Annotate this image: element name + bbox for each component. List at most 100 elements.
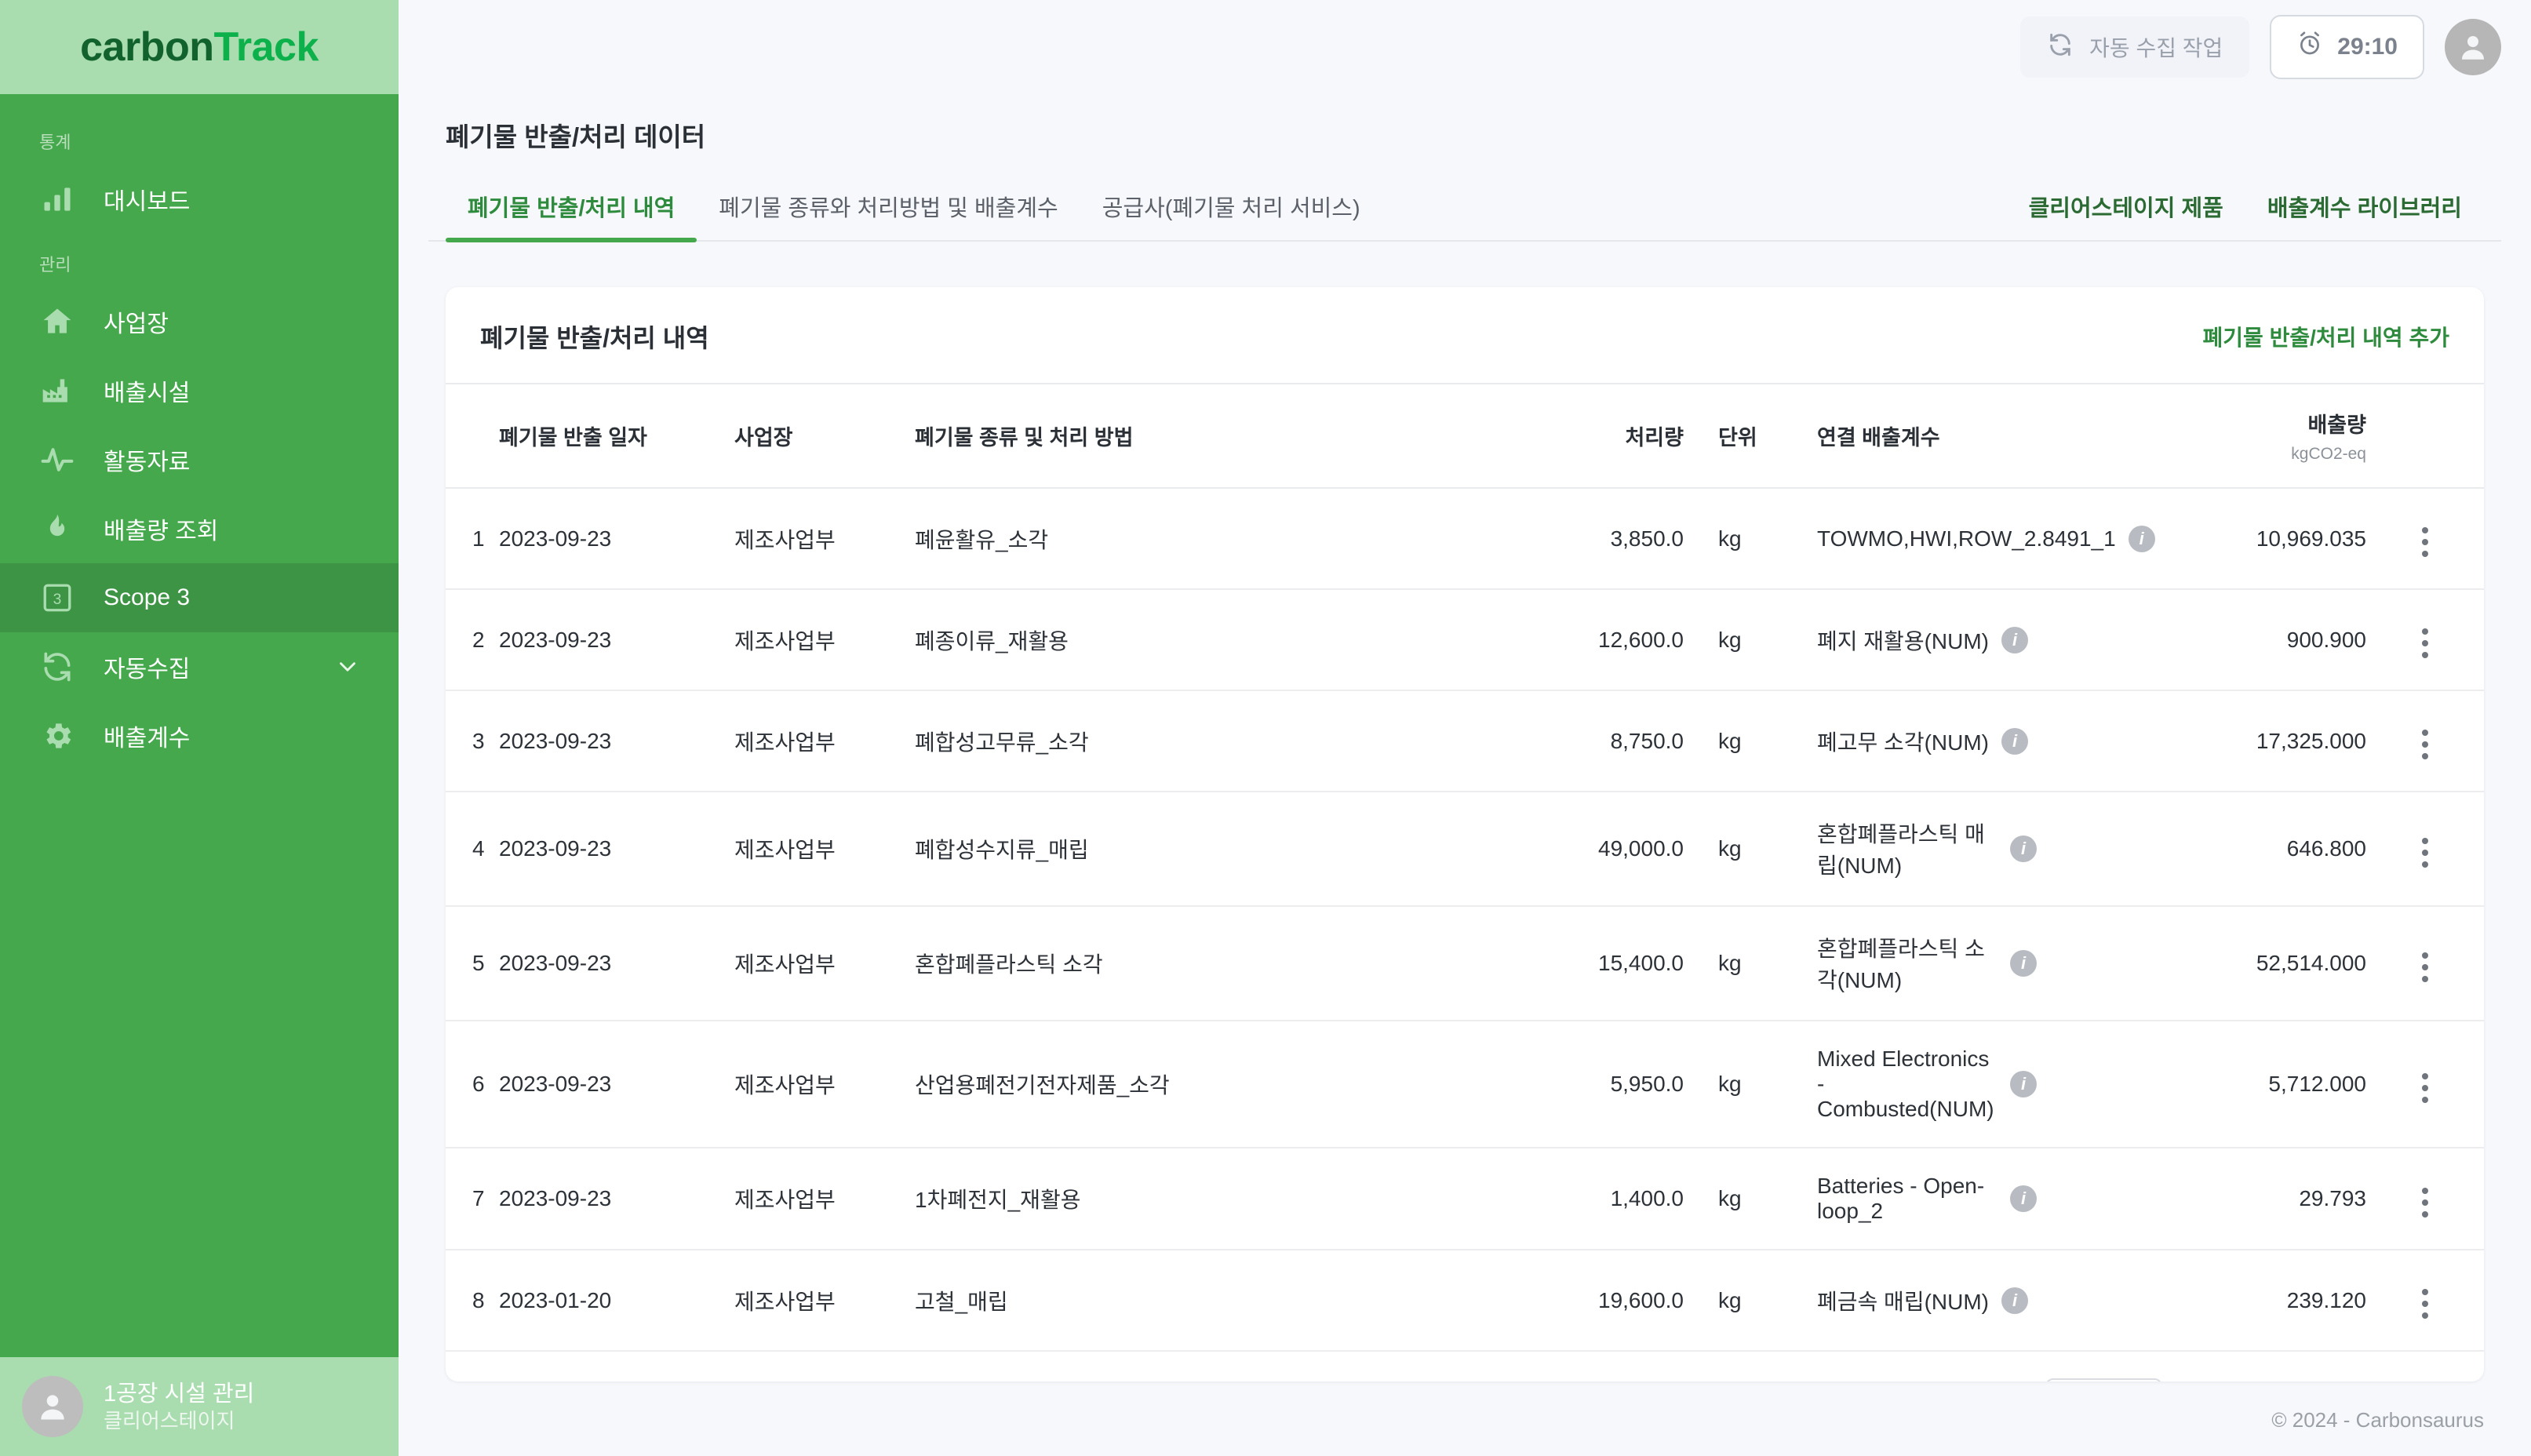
auto-collect-job-button[interactable]: 자동 수집 작업 xyxy=(2020,16,2250,78)
cell-factor: 혼합폐플라스틱 소각(NUM) i xyxy=(1778,906,2037,1021)
cell-row-menu xyxy=(2366,488,2484,590)
table-row[interactable]: 7 2023-09-23 제조사업부 1차폐전지_재활용 1,400.0 kg … xyxy=(446,1148,2484,1250)
tab-bar: 폐기물 반출/처리 내역 폐기물 종류와 처리방법 및 배출계수 공급사(폐기물… xyxy=(428,190,2501,242)
account-avatar-button[interactable] xyxy=(2445,19,2501,75)
cell-site: 제조사업부 xyxy=(734,589,915,691)
link-emission-factor-library[interactable]: 배출계수 라이브러리 xyxy=(2245,190,2484,240)
sidebar-item-dashboard-label: 대시보드 xyxy=(104,189,191,215)
sidebar-item-emission-factor-label: 배출계수 xyxy=(104,726,191,752)
cell-factor: 혼합폐플라스틱 매립(NUM) i xyxy=(1778,792,2037,907)
info-icon[interactable]: i xyxy=(2001,1287,2028,1314)
cell-row-menu xyxy=(2366,1148,2484,1250)
cell-unit: kg xyxy=(1684,906,1778,1021)
app-root: carbonTrack 통계 대시보드 관리 사업장 배출시설 활동자료 배출량… xyxy=(0,0,2531,1456)
row-menu-icon[interactable] xyxy=(2416,521,2434,563)
cell-row-menu xyxy=(2366,792,2484,907)
table-pagination: 전체 8개 10개 1 - 1페이지 |‹ ‹ › ›| xyxy=(446,1352,2484,1381)
info-icon[interactable]: i xyxy=(2001,727,2028,755)
session-timer-label: 29:10 xyxy=(2337,34,2398,60)
table-row[interactable]: 3 2023-09-23 제조사업부 폐합성고무류_소각 8,750.0 kg … xyxy=(446,690,2484,792)
brand-logo-part2: Track xyxy=(213,24,319,70)
table-row[interactable]: 5 2023-09-23 제조사업부 혼합폐플라스틱 소각 15,400.0 k… xyxy=(446,906,2484,1021)
info-icon[interactable]: i xyxy=(2128,525,2155,552)
sidebar-item-auto-collect[interactable]: 자동수집 xyxy=(0,632,399,701)
sidebar-item-activity-data[interactable]: 활동자료 xyxy=(0,425,399,494)
add-waste-history-button[interactable]: 폐기물 반출/처리 내역 추가 xyxy=(2203,321,2449,352)
cell-site: 제조사업부 xyxy=(734,792,915,907)
column-header-date: 폐기물 반출 일자 xyxy=(499,383,734,489)
cell-unit: kg xyxy=(1684,1250,1778,1352)
column-header-menu xyxy=(2366,383,2484,489)
cell-kind: 1차폐전지_재활용 xyxy=(915,1148,1464,1250)
row-menu-icon[interactable] xyxy=(2416,723,2434,766)
cell-kind: 고철_매립 xyxy=(915,1250,1464,1352)
page-size-select[interactable]: 10개 xyxy=(2045,1378,2162,1381)
cell-site: 제조사업부 xyxy=(734,1148,915,1250)
sidebar-item-auto-collect-label: 자동수집 xyxy=(104,657,191,682)
cell-row-menu xyxy=(2366,906,2484,1021)
cell-index: 4 xyxy=(446,792,499,907)
cell-date: 2023-09-23 xyxy=(499,1148,734,1250)
row-menu-icon[interactable] xyxy=(2416,622,2434,664)
brand-logo[interactable]: carbonTrack xyxy=(0,0,399,94)
cell-unit: kg xyxy=(1684,792,1778,907)
brand-logo-part1: carbon xyxy=(80,24,214,70)
row-menu-icon[interactable] xyxy=(2416,1283,2434,1325)
info-icon[interactable]: i xyxy=(2010,950,2037,977)
card-header: 폐기물 반출/처리 내역 폐기물 반출/처리 내역 추가 xyxy=(446,287,2484,383)
table-row[interactable]: 4 2023-09-23 제조사업부 폐합성수지류_매립 49,000.0 kg… xyxy=(446,792,2484,907)
table-row[interactable]: 6 2023-09-23 제조사업부 산업용폐전기전자제품_소각 5,950.0… xyxy=(446,1021,2484,1148)
tabs-secondary-links: 클리어스테이지 제품 배출계수 라이브러리 xyxy=(2007,190,2484,240)
sidebar-item-emission-facility[interactable]: 배출시설 xyxy=(0,356,399,425)
sidebar-user-footer[interactable]: 1공장 시설 관리 클리어스테이지 xyxy=(0,1357,399,1456)
cell-factor-label: 혼합폐플라스틱 소각(NUM) xyxy=(1817,937,1985,992)
session-timer-button[interactable]: 29:10 xyxy=(2270,15,2424,79)
sidebar-user-org: 클리어스테이지 xyxy=(104,1408,235,1432)
cell-site: 제조사업부 xyxy=(734,906,915,1021)
tab-suppliers[interactable]: 공급사(폐기물 처리 서비스) xyxy=(1080,190,1382,240)
waste-history-table: 폐기물 반출 일자 사업장 폐기물 종류 및 처리 방법 처리량 단위 연결 배… xyxy=(446,383,2484,1352)
sidebar-nav: 통계 대시보드 관리 사업장 배출시설 활동자료 배출량 조회 3 Scope … xyxy=(0,94,399,1357)
info-icon[interactable]: i xyxy=(2010,1185,2037,1212)
cell-kind: 산업용폐전기전자제품_소각 xyxy=(915,1021,1464,1148)
row-menu-icon[interactable] xyxy=(2416,1181,2434,1224)
cell-factor: 폐금속 매립(NUM) i xyxy=(1778,1250,2037,1352)
sidebar-item-emission-factor[interactable]: 배출계수 xyxy=(0,701,399,770)
table-row[interactable]: 2 2023-09-23 제조사업부 폐종이류_재활용 12,600.0 kg … xyxy=(446,589,2484,691)
gear-icon xyxy=(39,718,75,754)
cell-factor: TOWMO,HWI,ROW_2.8491_1 i xyxy=(1778,488,2155,590)
cell-index: 3 xyxy=(446,690,499,792)
cell-date: 2023-09-23 xyxy=(499,488,734,590)
sidebar-item-dashboard[interactable]: 대시보드 xyxy=(0,165,399,234)
sidebar-item-emission-lookup[interactable]: 배출량 조회 xyxy=(0,494,399,563)
info-icon[interactable]: i xyxy=(2001,626,2028,653)
row-menu-icon[interactable] xyxy=(2416,946,2434,988)
sidebar-item-emission-facility-label: 배출시설 xyxy=(104,380,191,406)
info-icon[interactable]: i xyxy=(2010,1071,2037,1097)
chevron-down-icon[interactable] xyxy=(334,653,361,680)
cell-factor: Mixed Electronics - Combusted(NUM) i xyxy=(1778,1021,2037,1148)
tab-waste-types-and-factors[interactable]: 폐기물 종류와 처리방법 및 배출계수 xyxy=(697,190,1080,240)
sidebar-item-workplace[interactable]: 사업장 xyxy=(0,287,399,356)
tab-waste-discharge-history[interactable]: 폐기물 반출/처리 내역 xyxy=(446,190,697,242)
table-body: 1 2023-09-23 제조사업부 폐윤활유_소각 3,850.0 kg TO… xyxy=(446,488,2484,1352)
cell-site: 제조사업부 xyxy=(734,1021,915,1148)
row-menu-icon[interactable] xyxy=(2416,1067,2434,1109)
link-clearstage-products[interactable]: 클리어스테이지 제품 xyxy=(2007,190,2245,240)
cell-unit: kg xyxy=(1684,690,1778,792)
cell-factor-label: TOWMO,HWI,ROW_2.8491_1 xyxy=(1817,526,2116,551)
info-icon[interactable]: i xyxy=(2010,835,2037,862)
cell-emission: 17,325.000 xyxy=(2037,690,2366,792)
brand-logo-text: carbonTrack xyxy=(80,24,319,71)
sidebar-item-scope-3[interactable]: 3 Scope 3 xyxy=(0,563,399,632)
sidebar-item-scope-3-label: Scope 3 xyxy=(104,584,191,610)
table-row[interactable]: 8 2023-01-20 제조사업부 고철_매립 19,600.0 kg 폐금속… xyxy=(446,1250,2484,1352)
sync-icon xyxy=(39,649,75,685)
cell-date: 2023-09-23 xyxy=(499,1021,734,1148)
table-row[interactable]: 1 2023-09-23 제조사업부 폐윤활유_소각 3,850.0 kg TO… xyxy=(446,488,2484,590)
sidebar-item-activity-data-label: 활동자료 xyxy=(104,450,191,475)
cell-quantity: 3,850.0 xyxy=(1464,488,1684,590)
cell-factor-label: 혼합폐플라스틱 매립(NUM) xyxy=(1817,822,1985,878)
row-menu-icon[interactable] xyxy=(2416,832,2434,874)
tabs-primary: 폐기물 반출/처리 내역 폐기물 종류와 처리방법 및 배출계수 공급사(폐기물… xyxy=(446,190,1382,242)
